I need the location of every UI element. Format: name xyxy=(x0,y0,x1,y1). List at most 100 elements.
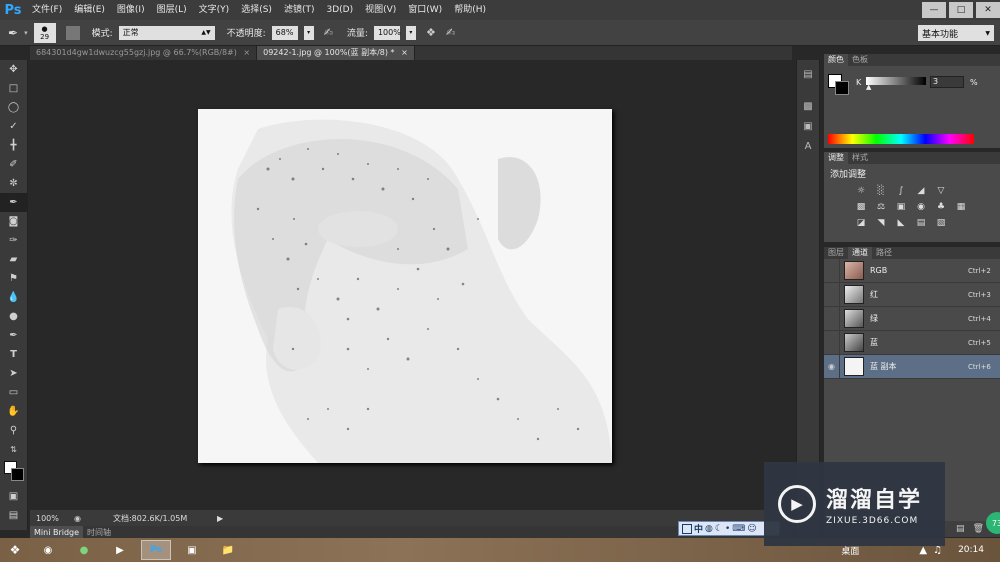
menu-3d[interactable]: 3D(D) xyxy=(320,0,359,20)
ime-language[interactable]: 中 xyxy=(694,522,703,535)
new-channel-icon[interactable]: ▤ xyxy=(956,524,965,534)
zoom-level[interactable]: 100% xyxy=(36,514,66,523)
move-tool-icon[interactable]: ✥ xyxy=(0,60,27,79)
ime-keyboard-icon[interactable]: ⌨ xyxy=(732,524,745,534)
menu-view[interactable]: 视图(V) xyxy=(359,0,402,20)
channel-row-blue-copy[interactable]: ◉ 蓝 副本 Ctrl+6 xyxy=(824,354,1000,379)
screen-mode-icon[interactable]: ▤ xyxy=(0,506,27,525)
flow-input[interactable]: 100% xyxy=(373,25,401,40)
slider-handle-icon[interactable]: ▲ xyxy=(866,83,871,91)
document-tab[interactable]: 684301d4gw1dwuzcg55gzj.jpg @ 66.7%(RGB/8… xyxy=(30,46,258,60)
vibrance-icon[interactable]: ▽ xyxy=(934,185,948,197)
menu-help[interactable]: 帮助(H) xyxy=(448,0,492,20)
clock[interactable]: 20:14 xyxy=(958,545,984,555)
mode-select[interactable]: 正常 ▲▼ xyxy=(118,25,215,40)
start-button[interactable]: ❖ xyxy=(0,538,30,562)
brush-panel-icon[interactable] xyxy=(65,25,80,40)
type-tool-icon[interactable]: T xyxy=(0,345,27,364)
blur-tool-icon[interactable]: 💧 xyxy=(0,288,27,307)
ime-moon-icon[interactable]: ☾ xyxy=(715,524,723,534)
eyedropper-tool-icon[interactable]: ✐ xyxy=(0,155,27,174)
color-balance-icon[interactable]: ⚖ xyxy=(874,201,888,213)
background-color[interactable] xyxy=(11,468,24,481)
black-white-icon[interactable]: ▣ xyxy=(894,201,908,213)
brush-panel-icon[interactable]: ▩ xyxy=(797,96,819,116)
zoom-tool-icon[interactable]: ⚲ xyxy=(0,421,27,440)
eraser-tool-icon[interactable]: ▰ xyxy=(0,250,27,269)
trash-icon[interactable]: 🗑 xyxy=(973,524,984,534)
photo-filter-icon[interactable]: ◉ xyxy=(914,201,928,213)
gradient-map-icon[interactable]: ▤ xyxy=(914,217,928,229)
history-icon[interactable]: ▤ xyxy=(797,64,819,84)
volume-icon[interactable]: ♫ xyxy=(933,545,942,556)
character-panel-icon[interactable]: ▣ xyxy=(797,116,819,136)
hand-tool-icon[interactable]: ✋ xyxy=(0,402,27,421)
quick-mask-icon[interactable]: ▣ xyxy=(0,487,27,506)
tab-paths[interactable]: 路径 xyxy=(872,247,896,259)
media-app-icon[interactable]: ▶ xyxy=(105,540,135,560)
visibility-toggle[interactable] xyxy=(824,258,840,283)
hue-saturation-icon[interactable]: ▩ xyxy=(854,201,868,213)
menu-type[interactable]: 文字(Y) xyxy=(193,0,236,20)
viewer-app-icon[interactable]: ▣ xyxy=(177,540,207,560)
selective-color-icon[interactable]: ▧ xyxy=(934,217,948,229)
curves-icon[interactable]: ∫ xyxy=(894,185,908,197)
brightness-icon[interactable]: ☼ xyxy=(854,185,868,197)
status-info-icon[interactable]: ◉ xyxy=(74,514,81,523)
bucket-tool-icon[interactable]: ⚑ xyxy=(0,269,27,288)
close-button[interactable]: ✕ xyxy=(976,2,1000,18)
chevron-down-icon[interactable]: ▾ xyxy=(24,29,28,37)
visibility-toggle[interactable] xyxy=(824,330,840,355)
quick-select-tool-icon[interactable]: ✓ xyxy=(0,117,27,136)
color-swatches[interactable] xyxy=(0,459,27,487)
visibility-toggle[interactable] xyxy=(824,282,840,307)
channel-row-green[interactable]: 绿 Ctrl+4 xyxy=(824,306,1000,331)
lasso-tool-icon[interactable]: ◯ xyxy=(0,98,27,117)
shape-tool-icon[interactable]: ▭ xyxy=(0,383,27,402)
tab-color[interactable]: 颜色 xyxy=(824,54,848,66)
menu-select[interactable]: 选择(S) xyxy=(235,0,278,20)
channel-row-red[interactable]: 红 Ctrl+3 xyxy=(824,282,1000,307)
tab-styles[interactable]: 样式 xyxy=(848,152,872,164)
tab-adjustments[interactable]: 调整 xyxy=(824,152,848,164)
network-icon[interactable]: ▲ xyxy=(919,545,927,556)
crop-tool-icon[interactable]: ╋ xyxy=(0,136,27,155)
restore-button[interactable]: □ xyxy=(949,2,973,18)
color-spectrum[interactable] xyxy=(828,134,974,144)
marquee-tool-icon[interactable]: □ xyxy=(0,79,27,98)
swap-colors-icon[interactable]: ⇅ xyxy=(0,440,27,459)
menu-filter[interactable]: 滤镜(T) xyxy=(278,0,321,20)
threshold-icon[interactable]: ◣ xyxy=(894,217,908,229)
browser-app-icon[interactable]: ◉ xyxy=(33,540,63,560)
path-select-tool-icon[interactable]: ➤ xyxy=(0,364,27,383)
brush-preset-picker[interactable]: ● 29 xyxy=(33,22,56,43)
chat-app-icon[interactable]: ● xyxy=(69,540,99,560)
pressure-size-icon[interactable]: ✍ xyxy=(446,26,455,39)
photoshop-app-icon[interactable]: Ps xyxy=(141,540,171,560)
healing-tool-icon[interactable]: ✼ xyxy=(0,174,27,193)
pen-tool-icon[interactable]: ✒ xyxy=(0,326,27,345)
invert-icon[interactable]: ◪ xyxy=(854,217,868,229)
close-icon[interactable]: × xyxy=(401,48,408,57)
color-lookup-icon[interactable]: ▦ xyxy=(954,201,968,213)
close-icon[interactable]: × xyxy=(243,48,250,57)
dodge-tool-icon[interactable]: ● xyxy=(0,307,27,326)
channel-row-rgb[interactable]: RGB Ctrl+2 xyxy=(824,258,1000,283)
status-menu-arrow-icon[interactable]: ▶ xyxy=(217,514,223,523)
pressure-opacity-icon[interactable]: ✍ xyxy=(324,26,333,39)
minimize-button[interactable]: — xyxy=(922,2,946,18)
ime-logo-icon[interactable] xyxy=(682,523,692,534)
tab-channels[interactable]: 通道 xyxy=(848,247,872,259)
menu-edit[interactable]: 编辑(E) xyxy=(68,0,111,20)
menu-file[interactable]: 文件(F) xyxy=(26,0,68,20)
history-brush-tool-icon[interactable]: ✑ xyxy=(0,231,27,250)
ime-punct-icon[interactable]: ◍ xyxy=(705,524,713,534)
explorer-app-icon[interactable]: 📁 xyxy=(213,540,243,560)
k-slider[interactable] xyxy=(866,77,926,85)
exposure-icon[interactable]: ◢ xyxy=(914,185,928,197)
levels-icon[interactable]: ░ xyxy=(874,185,888,197)
menu-window[interactable]: 窗口(W) xyxy=(402,0,448,20)
opacity-input[interactable]: 68% xyxy=(271,25,298,40)
brush-tool-icon[interactable]: ✒ xyxy=(8,26,18,40)
document-canvas[interactable] xyxy=(198,109,612,463)
